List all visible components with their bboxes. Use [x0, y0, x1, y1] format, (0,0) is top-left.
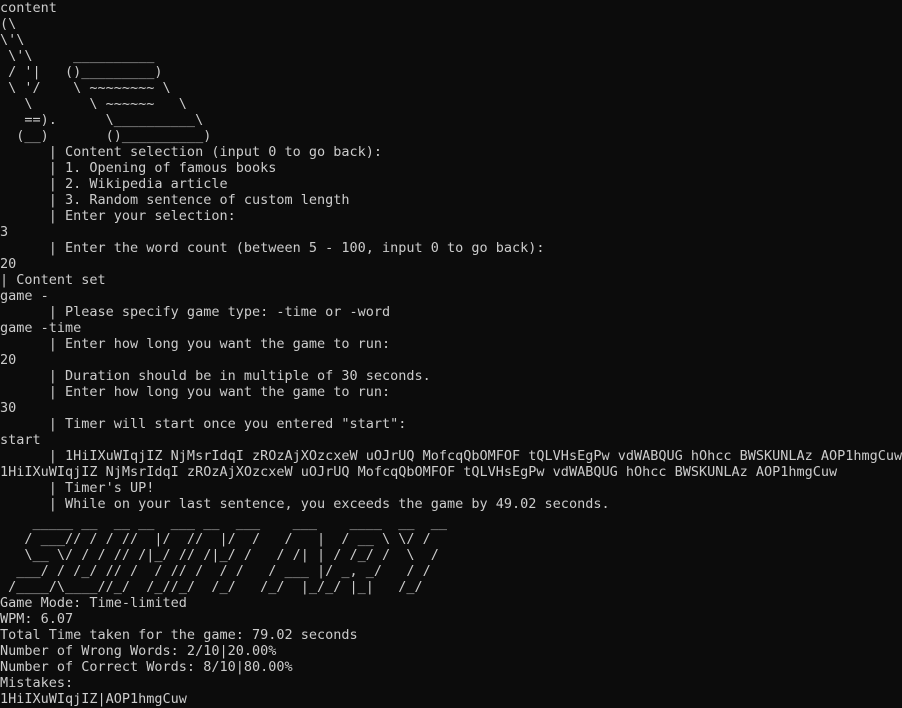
game-mode-line: Game Mode: Time-limited: [0, 595, 187, 611]
results-section: Game Mode: Time-limited WPM: 6.07 Total …: [0, 595, 902, 707]
ascii-art-line: / '| ()_________): [0, 64, 163, 80]
mistakes-label: Mistakes:: [0, 675, 74, 691]
ascii-art-line: \ \ ~~~~~~ \: [0, 96, 187, 112]
total-time-line: Total Time taken for the game: 79.02 sec…: [0, 627, 358, 643]
prompt-line: | Enter how long you want the game to ru…: [0, 384, 391, 400]
status-line: | Duration should be in multiple of 30 s…: [0, 368, 431, 384]
status-line: | Content set: [0, 272, 106, 288]
summary-banner-line: ___/ / /_/ // / / // / / / / ___ |/ _, _…: [0, 563, 431, 579]
ascii-book-art: (\ \'\ \'\ __________ / '| ()_________) …: [0, 16, 902, 144]
wrong-words-line: Number of Wrong Words: 2/10|20.00%: [0, 643, 277, 659]
ascii-art-line: \'\: [0, 32, 25, 48]
prompt-line: | Enter the word count (between 5 - 100,…: [0, 240, 545, 256]
summary-banner-line: _____ __ __ __ ___ __ ___ ___ ____ __ __: [0, 515, 448, 531]
target-sentence-line: | 1HiIXuWIqjIZ NjMsrIdqI zROzAjXOzcxeW u…: [0, 448, 902, 464]
user-input-line: 3: [0, 224, 9, 240]
summary-banner-line: \__ \/ / / // /|_/ // /|_/ / / /| | / /_…: [0, 547, 439, 563]
content-heading: content: [0, 0, 57, 16]
menu-prompt: | Content selection (input 0 to go back)…: [0, 144, 383, 160]
menu-option: | 2. Wikipedia article: [0, 176, 228, 192]
content-selection-menu: | Content selection (input 0 to go back)…: [0, 144, 902, 224]
user-input-line: 20: [0, 352, 17, 368]
mistakes-value: 1HiIXuWIqjIZ|AOP1hmgCuw: [0, 691, 187, 707]
typed-sentence-line: 1HiIXuWIqjIZ NjMsrIdqI zROzAjXOzcxeW uOJ…: [0, 464, 838, 480]
ascii-art-line: (__) ()__________): [0, 128, 212, 144]
user-input-line: game -time: [0, 320, 82, 336]
terminal-window[interactable]: content (\ \'\ \'\ __________ / '| ()___…: [0, 0, 902, 708]
summary-banner: _____ __ __ __ ___ __ ___ ___ ____ __ __…: [0, 515, 902, 595]
user-input-line: game -: [0, 288, 49, 304]
menu-option: | 3. Random sentence of custom length: [0, 192, 350, 208]
session-log: 3 | Enter the word count (between 5 - 10…: [0, 224, 902, 512]
menu-option: | 1. Opening of famous books: [0, 160, 277, 176]
summary-banner-line: /____/\____//_/ /_//_/ /_/ /_/ |_/_/ |_|…: [0, 579, 423, 595]
user-input-line: 20: [0, 256, 17, 272]
ascii-art-line: \'\ __________: [0, 48, 155, 64]
correct-words-line: Number of Correct Words: 8/10|80.00%: [0, 659, 293, 675]
ascii-art-line: (\: [0, 16, 17, 32]
user-input-line: 30: [0, 400, 17, 416]
selection-prompt: | Enter your selection:: [0, 208, 236, 224]
status-line: | While on your last sentence, you excee…: [0, 496, 610, 512]
summary-banner-line: / ___// / / // |/ // |/ / / | / __ \ \/ …: [0, 531, 431, 547]
ascii-art-line: ==). \__________\: [0, 112, 204, 128]
status-line: | Timer's UP!: [0, 480, 155, 496]
ascii-art-line: \ '/ \ ~~~~~~~~ \: [0, 80, 171, 96]
user-input-line: start: [0, 432, 41, 448]
prompt-line: | Please specify game type: -time or -wo…: [0, 304, 391, 320]
prompt-line: | Timer will start once you entered "sta…: [0, 416, 407, 432]
prompt-line: | Enter how long you want the game to ru…: [0, 336, 391, 352]
wpm-line: WPM: 6.07: [0, 611, 74, 627]
